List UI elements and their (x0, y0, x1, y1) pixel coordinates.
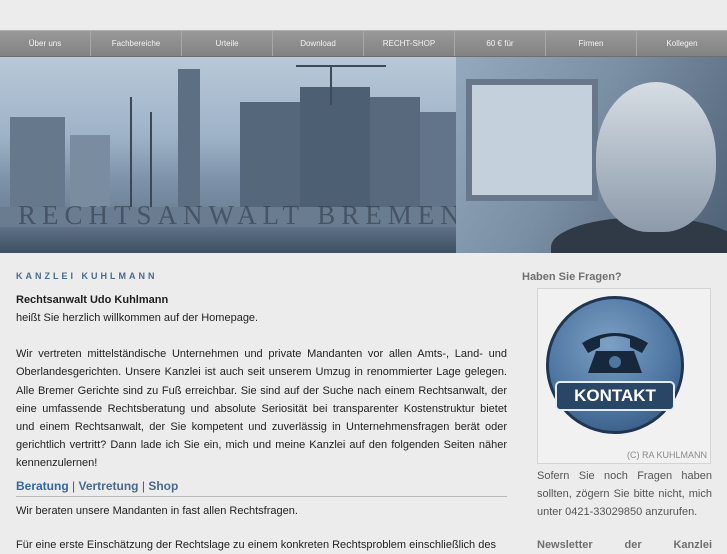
nav-item-urteile[interactable]: Urteile (182, 31, 273, 56)
newsletter-heading: Newsletter der Kanzlei (537, 539, 712, 551)
header-banner: RECHTSANWALT BREMEN (0, 57, 727, 253)
top-navigation: Über uns Fachbereiche Urteile Download R… (0, 30, 727, 57)
kontakt-label: KONTAKT (555, 381, 675, 411)
nav-item-kollegen[interactable]: Kollegen (637, 31, 727, 56)
nav-item-recht-shop[interactable]: RECHT-SHOP (364, 31, 455, 56)
contact-box: KONTAKT (C) RA KUHLMANN (537, 288, 711, 464)
nav-item-60-euro[interactable]: 60 € für (455, 31, 546, 56)
intro-paragraph: Wir vertreten mittelständische Unternehm… (16, 348, 507, 470)
tab-shop[interactable]: Shop (148, 479, 178, 493)
tab-vertretung[interactable]: Vertretung (78, 479, 138, 493)
tab-separator: | (72, 478, 76, 493)
monitor-shape (466, 79, 598, 201)
nav-item-firmen[interactable]: Firmen (546, 31, 637, 56)
section-heading: KANZLEI KUHLMANN (16, 271, 158, 281)
banner-title: RECHTSANWALT BREMEN (18, 200, 466, 230)
sidebar-heading: Haben Sie Fragen? (522, 271, 622, 283)
tab-beratung[interactable]: Beratung (16, 479, 69, 493)
tab-separator: | (141, 478, 145, 493)
nav-item-fachbereiche[interactable]: Fachbereiche (91, 31, 182, 56)
welcome-text: heißt Sie herzlich willkommen auf der Ho… (16, 312, 259, 324)
tab-content-text: Wir beraten unsere Mandanten in fast all… (16, 504, 298, 517)
sidebar-text: Sofern Sie noch Fragen haben sollten, zö… (537, 470, 712, 518)
head-shape (596, 82, 716, 232)
phone-icon (582, 333, 648, 373)
crane-shape (330, 65, 332, 105)
main-content: KANZLEI KUHLMANN Rechtsanwalt Udo Kuhlma… (16, 258, 507, 554)
sidebar: Haben Sie Fragen? KONTAKT (C) RA KUHLMAN… (522, 258, 720, 551)
crane-shape (296, 65, 386, 67)
service-tabs: Beratung | Vertretung | Shop (16, 479, 507, 497)
nav-item-download[interactable]: Download (273, 31, 364, 56)
kontakt-button[interactable]: KONTAKT (546, 296, 684, 434)
nav-item-ueber-uns[interactable]: Über uns (0, 31, 91, 56)
lawyer-portrait (456, 57, 727, 253)
image-copyright: (C) RA KUHLMANN (626, 450, 707, 460)
lead-title: Rechtsanwalt Udo Kuhlmann (16, 294, 169, 306)
